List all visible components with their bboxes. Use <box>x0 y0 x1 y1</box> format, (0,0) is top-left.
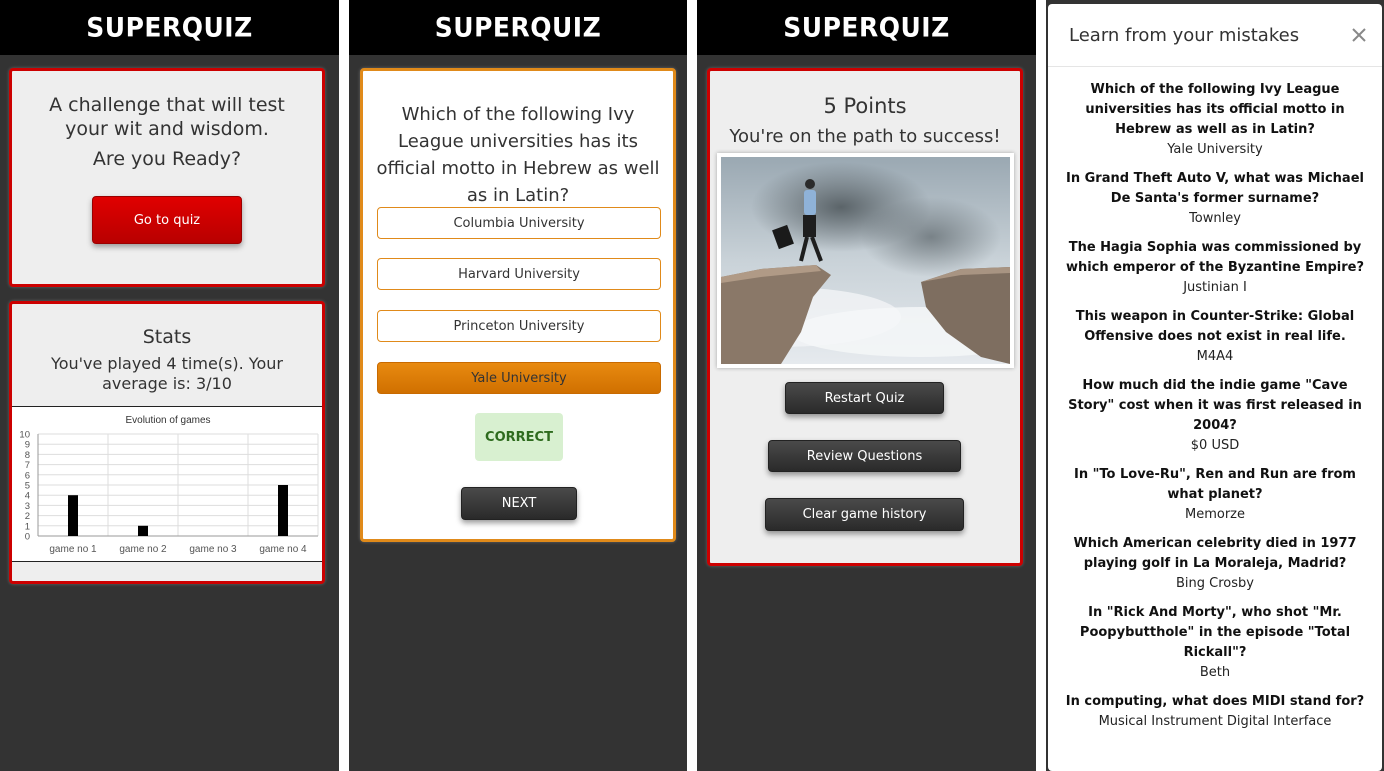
header-bar: SUPERQUIZ <box>349 0 687 55</box>
chart-bar <box>68 495 78 536</box>
clear-history-button[interactable]: Clear game history <box>765 498 964 531</box>
review-questions-button[interactable]: Review Questions <box>768 440 961 472</box>
x-tick-label: game no 2 <box>119 544 167 555</box>
ready-prompt: Are you Ready? <box>92 148 242 170</box>
mistake-question: This weapon in Counter-Strike: Global Of… <box>1075 309 1355 344</box>
y-tick-label: 7 <box>25 460 30 471</box>
mistake-list: Which of the following Ivy League univer… <box>1063 80 1367 741</box>
points-text: 5 Points <box>823 94 907 118</box>
y-tick-label: 10 <box>19 430 30 441</box>
mistake-answer: M4A4 <box>1196 349 1234 364</box>
tagline: A challenge that will test your wit and … <box>49 94 285 140</box>
intro-card: A challenge that will test your wit and … <box>9 68 325 287</box>
result-screen: SUPERQUIZ 5 Points You're on the path to… <box>697 0 1036 771</box>
mistake-answer: Bing Crosby <box>1176 576 1254 591</box>
result-card: 5 Points You're on the path to success! <box>707 68 1023 566</box>
header-bar: SUPERQUIZ <box>697 0 1036 55</box>
mistake-question: In computing, what does MIDI stand for? <box>1065 694 1365 709</box>
stats-text: You've played 4 time(s). Your average is… <box>51 354 283 393</box>
go-to-quiz-button[interactable]: Go to quiz <box>92 196 242 244</box>
y-tick-label: 1 <box>25 521 30 532</box>
restart-quiz-button[interactable]: Restart Quiz <box>785 382 944 414</box>
mistake-question: In Grand Theft Auto V, what was Michael … <box>1066 171 1364 206</box>
mistake-answer: Justinian I <box>1183 280 1247 295</box>
y-tick-label: 9 <box>25 440 30 451</box>
chart-bar <box>278 485 288 536</box>
question-text: Which of the following Ivy League univer… <box>376 104 660 206</box>
mistake-answer: Memorze <box>1185 507 1245 522</box>
mistake-answer: $0 USD <box>1190 438 1240 453</box>
home-screen: SUPERQUIZ A challenge that will test you… <box>0 0 339 771</box>
answer-option-4[interactable]: Yale University <box>377 362 661 394</box>
mistake-question: Which American celebrity died in 1977 pl… <box>1073 536 1357 571</box>
header-bar: SUPERQUIZ <box>0 0 339 55</box>
games-bar-chart: Evolution of games 012345678910 game no 1 g… <box>19 415 319 555</box>
mistake-question: In "Rick And Morty", who shot "Mr. Poopy… <box>1079 605 1351 660</box>
x-tick-label: game no 3 <box>189 544 237 555</box>
x-tick-label: game no 4 <box>259 544 307 555</box>
stats-card: Stats You've played 4 time(s). Your aver… <box>9 301 325 584</box>
close-icon[interactable] <box>1350 26 1368 44</box>
mistake-answer: Musical Instrument Digital Interface <box>1098 714 1332 729</box>
mistake-question: In "To Love-Ru", Ren and Run are from wh… <box>1074 467 1356 502</box>
chart-bar <box>138 525 148 536</box>
y-tick-label: 3 <box>25 501 30 512</box>
question-card: Which of the following Ivy League univer… <box>360 68 676 542</box>
mistake-question: The Hagia Sophia was commissioned by whi… <box>1065 240 1365 275</box>
y-tick-label: 4 <box>25 491 30 502</box>
mistake-question: How much did the indie game "Cave Story"… <box>1068 378 1362 433</box>
chart-title: Evolution of games <box>125 415 210 426</box>
answer-option-1[interactable]: Columbia University <box>377 207 661 239</box>
answer-option-3[interactable]: Princeton University <box>377 310 661 342</box>
stats-title: Stats <box>142 326 192 348</box>
question-screen: SUPERQUIZ Which of the following Ivy Lea… <box>349 0 687 771</box>
review-screen: Learn from your mistakes Which of the fo… <box>1046 0 1384 771</box>
y-tick-label: 0 <box>25 532 30 543</box>
y-tick-label: 2 <box>25 511 30 522</box>
next-button[interactable]: NEXT <box>461 487 577 520</box>
x-tick-label: game no 1 <box>49 544 97 555</box>
app-logo[interactable]: SUPERQUIZ <box>435 12 601 42</box>
chart-container: Evolution of games 0 1 2 3 4 5 6 7 8 9 10 game no 1 g… <box>12 406 322 562</box>
review-modal: Learn from your mistakes Which of the fo… <box>1048 4 1382 771</box>
correct-badge: CORRECT <box>475 413 563 461</box>
y-tick-label: 8 <box>25 450 30 461</box>
mistake-answer: Beth <box>1199 665 1231 680</box>
modal-title: Learn from your mistakes <box>1069 25 1300 46</box>
answer-option-2[interactable]: Harvard University <box>377 258 661 290</box>
mistake-answer: Yale University <box>1167 142 1263 157</box>
mistake-answer: Townley <box>1189 211 1241 226</box>
result-message: You're on the path to success! <box>729 126 1001 147</box>
app-logo[interactable]: SUPERQUIZ <box>783 12 949 42</box>
y-tick-label: 6 <box>25 470 30 481</box>
success-image <box>717 153 1014 368</box>
y-tick-label: 5 <box>25 481 30 492</box>
mistake-question: Which of the following Ivy League univer… <box>1085 82 1345 137</box>
app-logo[interactable]: SUPERQUIZ <box>86 12 252 42</box>
modal-header: Learn from your mistakes <box>1048 4 1382 67</box>
